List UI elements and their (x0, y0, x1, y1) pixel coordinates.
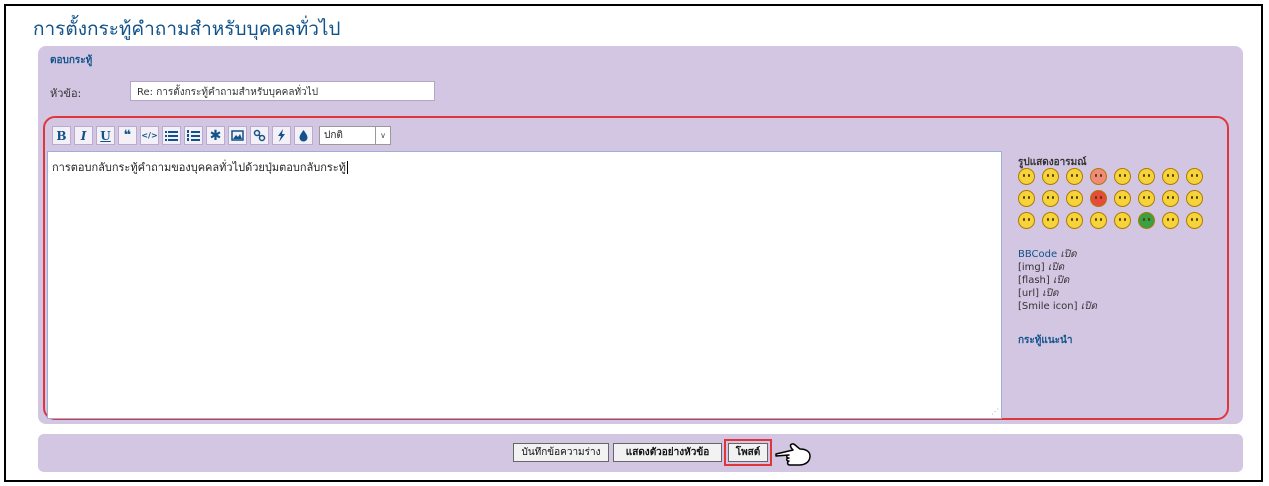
preview-button[interactable]: แสดงตัวอย่างหัวข้อ (613, 443, 722, 462)
numbered-list-button[interactable] (184, 126, 203, 145)
smiley-icon[interactable] (1186, 168, 1203, 185)
smiley-icon[interactable] (1066, 168, 1083, 185)
message-textarea[interactable]: การตอบกลับกระทู้คำถามของบุคคลทั่วไปด้วยป… (47, 151, 1002, 419)
link-icon (253, 129, 266, 142)
italic-button[interactable]: I (74, 126, 93, 145)
image-icon (231, 130, 244, 141)
font-size-select[interactable]: ปกติ ∨ (319, 126, 391, 145)
img-status-label: [img] (1018, 262, 1045, 273)
subject-input[interactable]: Re: การตั้งกระทู้คำถามสำหรับบุคคลทั่วไป (130, 81, 435, 101)
color-button[interactable] (294, 126, 313, 145)
flash-button[interactable] (272, 126, 291, 145)
chevron-down-icon[interactable]: ∨ (375, 127, 390, 144)
subject-label: หัวข้อ: (50, 87, 82, 100)
quote-button[interactable]: ❝ (118, 126, 137, 145)
list-icon (165, 131, 178, 141)
section-title: ตอบกระทู้ (50, 55, 93, 66)
smiley-icon[interactable] (1162, 212, 1179, 229)
smiley-icon[interactable] (1114, 168, 1131, 185)
smiley-icon[interactable] (1090, 190, 1107, 207)
smiley-icon[interactable] (1114, 190, 1131, 207)
smiley-icon[interactable] (1090, 168, 1107, 185)
smilies-state: เปิด (1080, 301, 1097, 312)
smiley-icon[interactable] (1138, 212, 1155, 229)
smiley-icon[interactable] (1186, 190, 1203, 207)
list-button[interactable] (162, 126, 181, 145)
pointing-hand-icon (775, 443, 811, 466)
smiley-icon[interactable] (1162, 168, 1179, 185)
smiley-icon[interactable] (1162, 190, 1179, 207)
post-highlight-outline (724, 439, 772, 466)
smiley-icon[interactable] (1138, 168, 1155, 185)
smiley-icon[interactable] (1018, 190, 1035, 207)
flash-status-label: [flash] (1018, 275, 1050, 286)
smilies-status-label: [Smile icon] (1018, 301, 1078, 312)
text-cursor (346, 161, 348, 174)
bbcode-toolbar: B I U ❝ </> ✱ (52, 126, 313, 145)
smiley-icon[interactable] (1138, 190, 1155, 207)
smiley-icon[interactable] (1114, 212, 1131, 229)
flash-state: เปิด (1052, 275, 1070, 286)
editor-status: BBCode เปิด [img] เปิด [flash] เปิด [url… (1018, 248, 1097, 313)
lightning-icon (278, 129, 285, 142)
smiley-icon[interactable] (1066, 190, 1083, 207)
numbered-list-icon (187, 130, 200, 141)
underline-button[interactable]: U (96, 126, 115, 145)
url-status-label: [url] (1018, 288, 1040, 299)
droplet-icon (299, 130, 308, 142)
code-button[interactable]: </> (140, 126, 159, 145)
save-draft-button[interactable]: บันทึกข้อความร่าง (513, 443, 609, 462)
bbcode-help-link[interactable]: BBCode (1018, 249, 1057, 260)
topic-review-link[interactable]: กระทู้แนะนำ (1018, 333, 1073, 348)
bold-button[interactable]: B (52, 126, 71, 145)
smiley-icon[interactable] (1066, 212, 1083, 229)
font-size-value: ปกติ (324, 130, 343, 141)
message-text: การตอบกลับกระทู้คำถามของบุคคลทั่วไปด้วยป… (52, 161, 346, 174)
smiley-icon[interactable] (1018, 212, 1035, 229)
img-state: เปิด (1047, 262, 1065, 273)
resize-grip-icon[interactable]: ⋰ (991, 407, 999, 416)
smiley-icon[interactable] (1042, 212, 1059, 229)
smiley-icon[interactable] (1186, 212, 1203, 229)
smilies-grid (1018, 168, 1228, 229)
bbcode-state: เปิด (1060, 249, 1077, 260)
url-state: เปิด (1042, 288, 1059, 299)
list-item-button[interactable]: ✱ (206, 126, 225, 145)
url-button[interactable] (250, 126, 269, 145)
smiley-icon[interactable] (1018, 168, 1035, 185)
smiley-icon[interactable] (1090, 212, 1107, 229)
smiley-icon[interactable] (1042, 168, 1059, 185)
smiley-icon[interactable] (1042, 190, 1059, 207)
page-title: การตั้งกระทู้คำถามสำหรับบุคคลทั่วไป (33, 18, 341, 40)
image-button[interactable] (228, 126, 247, 145)
